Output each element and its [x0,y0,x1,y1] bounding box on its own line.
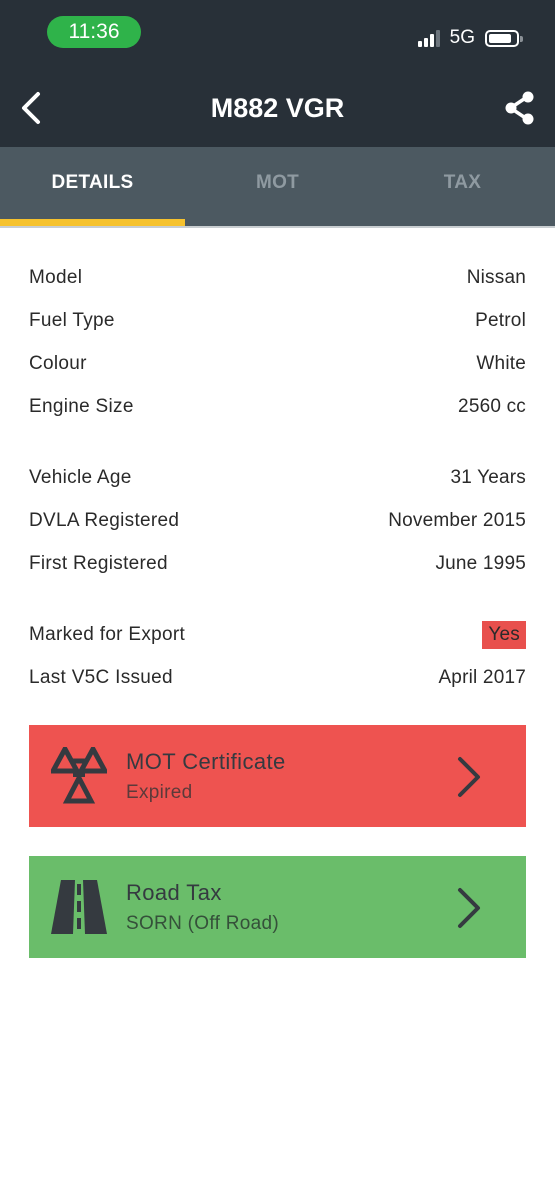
chevron-right-icon [458,757,480,797]
page-title: M882 VGR [210,93,345,123]
tab-bar: DETAILS MOT TAX [0,147,555,227]
detail-label: First Registered [29,552,168,574]
detail-row-last-v5c: Last V5C Issued April 2017 [29,656,526,699]
detail-label: Vehicle Age [29,466,132,488]
status-time: 11:36 [47,16,141,48]
chevron-right-icon [458,888,480,928]
tab-mot[interactable]: MOT [185,147,370,227]
detail-value: Petrol [475,309,526,331]
detail-label: Colour [29,352,87,374]
app-header: 11:36 5G M882 VGR [0,0,555,147]
detail-row-dvla-registered: DVLA Registered November 2015 [29,499,526,542]
detail-value: 31 Years [450,466,526,488]
mot-certificate-card[interactable]: MOT Certificate Expired [29,725,526,827]
status-indicators: 5G [417,24,523,52]
share-button[interactable] [501,88,539,128]
tab-divider [0,226,555,228]
detail-row-model: Model Nissan [29,256,526,299]
battery-icon [485,29,523,47]
mot-triangles-icon [51,747,107,804]
vehicle-details: Model Nissan Fuel Type Petrol Colour Whi… [29,256,526,727]
detail-label: Last V5C Issued [29,666,173,688]
detail-label: Model [29,266,83,288]
detail-label: DVLA Registered [29,509,180,531]
mot-card-title: MOT Certificate [126,749,286,774]
details-group-basic: Model Nissan Fuel Type Petrol Colour Whi… [29,256,526,428]
detail-label: Marked for Export [29,623,186,645]
detail-value: November 2015 [388,509,526,531]
tab-tax[interactable]: TAX [370,147,555,227]
details-group-registration: Vehicle Age 31 Years DVLA Registered Nov… [29,456,526,585]
detail-label: Fuel Type [29,309,115,331]
detail-value: April 2017 [438,666,526,688]
detail-row-colour: Colour White [29,342,526,385]
detail-row-first-registered: First Registered June 1995 [29,542,526,585]
road-tax-card-title: Road Tax [126,880,222,905]
detail-row-vehicle-age: Vehicle Age 31 Years [29,456,526,499]
detail-value: White [476,352,526,374]
signal-icon [417,29,442,47]
export-status-badge: Yes [482,620,526,649]
detail-value: 2560 cc [458,395,526,417]
details-group-export: Marked for Export Yes Last V5C Issued Ap… [29,613,526,699]
detail-value: June 1995 [435,552,526,574]
detail-row-fuel-type: Fuel Type Petrol [29,299,526,342]
detail-row-engine-size: Engine Size 2560 cc [29,385,526,428]
road-tax-card[interactable]: Road Tax SORN (Off Road) [29,856,526,958]
detail-row-marked-for-export: Marked for Export Yes [29,613,526,656]
share-icon [505,91,534,125]
detail-value: Nissan [466,266,526,288]
road-tax-card-status: SORN (Off Road) [126,913,280,934]
tab-details[interactable]: DETAILS [0,147,185,227]
mot-card-status: Expired [126,782,193,803]
network-type: 5G [449,27,475,48]
detail-label: Engine Size [29,395,134,417]
road-icon [51,880,107,934]
